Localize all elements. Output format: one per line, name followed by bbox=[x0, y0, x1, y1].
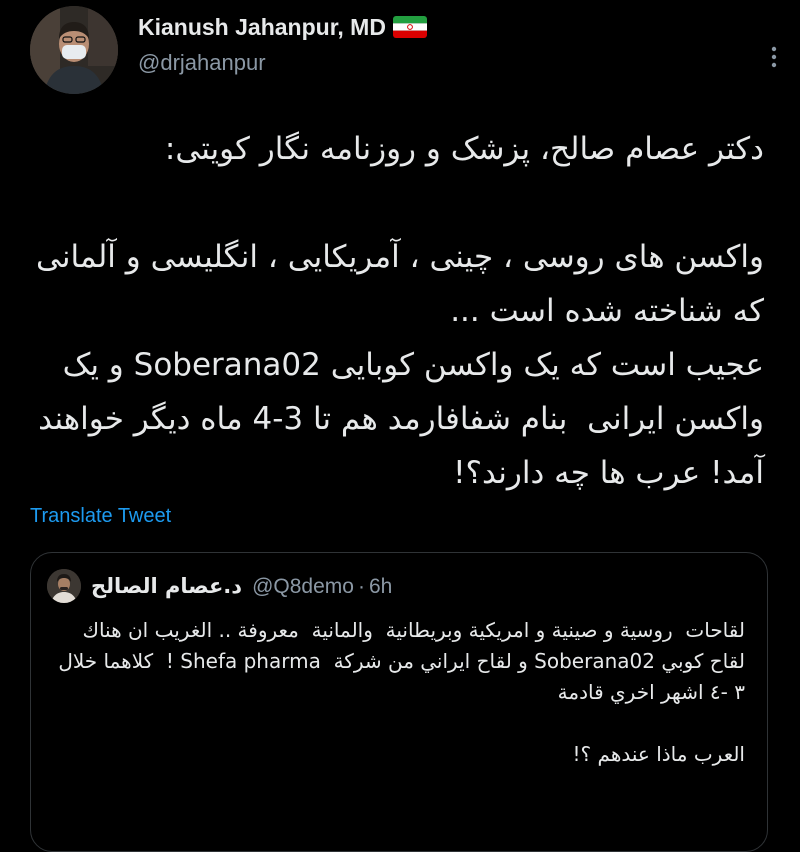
iran-flag-icon bbox=[392, 16, 427, 38]
author-name[interactable]: Kianush Jahanpur, MD bbox=[138, 14, 427, 41]
separator-dot: · bbox=[357, 575, 365, 598]
more-options-icon[interactable] bbox=[770, 46, 778, 68]
author-name-text: Kianush Jahanpur, MD bbox=[138, 14, 386, 40]
quoted-author-name[interactable]: د.عصام الصالح bbox=[91, 574, 242, 598]
author-avatar[interactable] bbox=[30, 6, 118, 94]
quoted-author-avatar[interactable] bbox=[47, 569, 81, 603]
quoted-author-handle[interactable]: @Q8demo bbox=[252, 575, 354, 598]
author-handle[interactable]: @drjahanpur bbox=[138, 50, 266, 76]
quoted-tweet-text: لقاحات روسية و صينية و امريكية وبريطانية… bbox=[58, 618, 745, 766]
quoted-tweet-header: د.عصام الصالح @Q8demo · 6h bbox=[91, 571, 392, 602]
quoted-tweet-card[interactable]: د.عصام الصالح @Q8demo · 6h لقاحات روسية و ص… bbox=[30, 552, 768, 852]
quoted-tweet-time[interactable]: 6h bbox=[369, 575, 392, 598]
tweet-text: دکتر عصام صالح، پزشک و روزنامه نگار کویت… bbox=[36, 131, 764, 491]
translate-tweet-link[interactable]: Translate Tweet bbox=[30, 505, 171, 528]
